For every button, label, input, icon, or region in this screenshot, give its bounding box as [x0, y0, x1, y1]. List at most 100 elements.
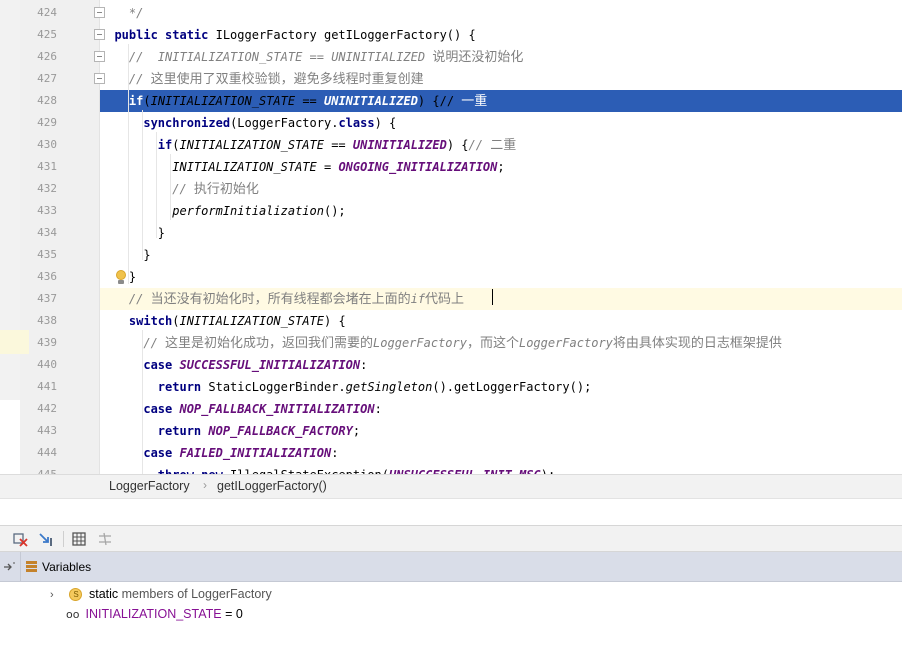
fold-marker[interactable] [94, 7, 105, 18]
code-line[interactable]: 436 } [0, 266, 902, 288]
indent-guide [156, 132, 157, 238]
line-number: 427 [37, 72, 57, 85]
fold-marker[interactable] [94, 29, 105, 40]
code-text: return NOP_FALLBACK_FACTORY; [157, 424, 361, 438]
code-line[interactable]: 445 throw new IllegalStateException(UNSU… [0, 464, 902, 474]
variables-icon [25, 560, 38, 573]
fold-marker[interactable] [94, 51, 105, 62]
line-number: 439 [37, 336, 57, 349]
code-text: case SUCCESSFUL_INITIALIZATION: [143, 358, 368, 372]
code-line[interactable]: 424 */ [0, 2, 902, 24]
code-text: // INITIALIZATION_STATE == UNINITIALIZED… [100, 50, 524, 65]
code-text: case FAILED_INITIALIZATION: [143, 446, 339, 460]
line-number: 438 [37, 314, 57, 327]
fold-marker[interactable] [94, 73, 105, 84]
code-editor[interactable]: 424 */425 public static ILoggerFactory g… [0, 0, 902, 474]
code-line[interactable]: 429 synchronized(LoggerFactory.class) { [0, 112, 902, 134]
code-text: INITIALIZATION_STATE = ONGOING_INITIALIZ… [172, 160, 505, 174]
code-line[interactable]: 441 return StaticLoggerBinder.getSinglet… [0, 376, 902, 398]
line-number: 426 [37, 50, 57, 63]
settings-grid-icon[interactable] [96, 530, 114, 548]
code-line[interactable]: 433 performInitialization(); [0, 200, 902, 222]
table-icon[interactable] [70, 530, 88, 548]
code-line[interactable]: 440 case SUCCESSFUL_INITIALIZATION: [0, 354, 902, 376]
code-line[interactable]: 425 public static ILoggerFactory getILog… [0, 24, 902, 46]
line-number: 433 [37, 204, 57, 217]
indent-guide [128, 44, 129, 284]
breadcrumb-method[interactable]: getILoggerFactory() [217, 479, 327, 493]
remove-breakpoint-icon[interactable] [11, 530, 29, 548]
indent-guide [142, 330, 143, 474]
line-number: 424 [37, 6, 57, 19]
line-number: 437 [37, 292, 57, 305]
static-badge-icon: S [69, 588, 83, 602]
restore-layout-icon[interactable] [2, 560, 16, 574]
code-text: // 执行初始化 [100, 182, 259, 197]
line-number: 445 [29, 464, 57, 474]
lightbulb-icon[interactable] [114, 270, 128, 286]
line-number: 429 [37, 116, 57, 129]
code-text: if(INITIALIZATION_STATE == UNINITIALIZED… [157, 138, 517, 153]
variable-value: = 0 [225, 607, 243, 621]
step-into-icon[interactable] [37, 530, 55, 548]
line-number: 434 [37, 226, 57, 239]
variable-row-state[interactable]: oo INITIALIZATION_STATE = 0 [66, 604, 243, 624]
code-line[interactable]: 438 switch(INITIALIZATION_STATE) { [0, 310, 902, 332]
code-text: return StaticLoggerBinder.getSingleton()… [157, 380, 592, 394]
breadcrumb-separator: › [203, 478, 207, 492]
code-line[interactable]: 434 } [0, 222, 902, 244]
variables-panel: › S static members of LoggerFactory oo I… [0, 582, 902, 646]
line-number: 431 [37, 160, 57, 173]
static-keyword: static [88, 587, 119, 601]
breadcrumb: LoggerFactory › getILoggerFactory() [0, 474, 902, 498]
line-number: 436 [37, 270, 57, 283]
code-line[interactable]: 437 // 当还没有初始化时，所有线程都会堵在上面的if代码上 [0, 288, 902, 310]
line-number: 425 [37, 28, 57, 41]
header-divider [20, 552, 21, 582]
line-number: 428 [37, 94, 57, 107]
line-number: 430 [37, 138, 57, 151]
variable-row-static[interactable]: › S static members of LoggerFactory [50, 584, 272, 604]
indent-guide [170, 154, 171, 220]
watch-glasses-icon: oo [66, 608, 80, 621]
code-text: performInitialization(); [172, 204, 346, 218]
line-number: 441 [37, 380, 57, 393]
variable-name: INITIALIZATION_STATE [85, 607, 222, 621]
code-line[interactable]: 432 // 执行初始化 [0, 178, 902, 200]
code-text: // 当还没有初始化时，所有线程都会堵在上面的if代码上 [100, 292, 465, 307]
code-line[interactable]: 431 INITIALIZATION_STATE = ONGOING_INITI… [0, 156, 902, 178]
toolbar-separator [63, 531, 64, 547]
debug-toolbar [0, 525, 902, 552]
line-number: 432 [37, 182, 57, 195]
indent-guide [142, 110, 143, 260]
line-number: 444 [37, 446, 57, 459]
expand-arrow-icon[interactable]: › [50, 585, 60, 605]
code-text: throw new IllegalStateException(UNSUCCES… [100, 464, 555, 474]
code-line[interactable]: 444 case FAILED_INITIALIZATION: [0, 442, 902, 464]
code-text: synchronized(LoggerFactory.class) { [143, 116, 397, 130]
text-caret [492, 289, 493, 305]
code-text: public static ILoggerFactory getILoggerF… [114, 28, 476, 42]
code-line[interactable]: 435 } [0, 244, 902, 266]
variables-header: Variables [0, 552, 902, 582]
code-line[interactable]: 426 // INITIALIZATION_STATE == UNINITIAL… [0, 46, 902, 68]
code-text: */ [100, 6, 144, 20]
code-text: // 这里是初始化成功，返回我们需要的LoggerFactory，而这个Logg… [100, 336, 782, 351]
code-text: if(INITIALIZATION_STATE == UNINITIALIZED… [128, 94, 488, 109]
code-line[interactable]: 430 if(INITIALIZATION_STATE == UNINITIAL… [0, 134, 902, 156]
line-number: 443 [37, 424, 57, 437]
code-line[interactable]: 439 // 这里是初始化成功，返回我们需要的LoggerFactory，而这个… [0, 332, 902, 354]
code-text: switch(INITIALIZATION_STATE) { [128, 314, 346, 328]
code-line[interactable]: 442 case NOP_FALLBACK_INITIALIZATION: [0, 398, 902, 420]
code-line[interactable]: 427 // 这里使用了双重校验锁，避免多线程时重复创建 [0, 68, 902, 90]
line-number: 435 [37, 248, 57, 261]
code-line[interactable]: 428 if(INITIALIZATION_STATE == UNINITIAL… [0, 90, 902, 112]
line-number: 442 [37, 402, 57, 415]
variables-title: Variables [42, 560, 92, 574]
static-members-label: members of LoggerFactory [121, 587, 272, 601]
code-text: // 这里使用了双重校验锁，避免多线程时重复创建 [100, 72, 424, 87]
breadcrumb-class[interactable]: LoggerFactory [109, 479, 190, 493]
panel-divider [0, 498, 902, 525]
code-line[interactable]: 443 return NOP_FALLBACK_FACTORY; [0, 420, 902, 442]
line-number: 440 [37, 358, 57, 371]
